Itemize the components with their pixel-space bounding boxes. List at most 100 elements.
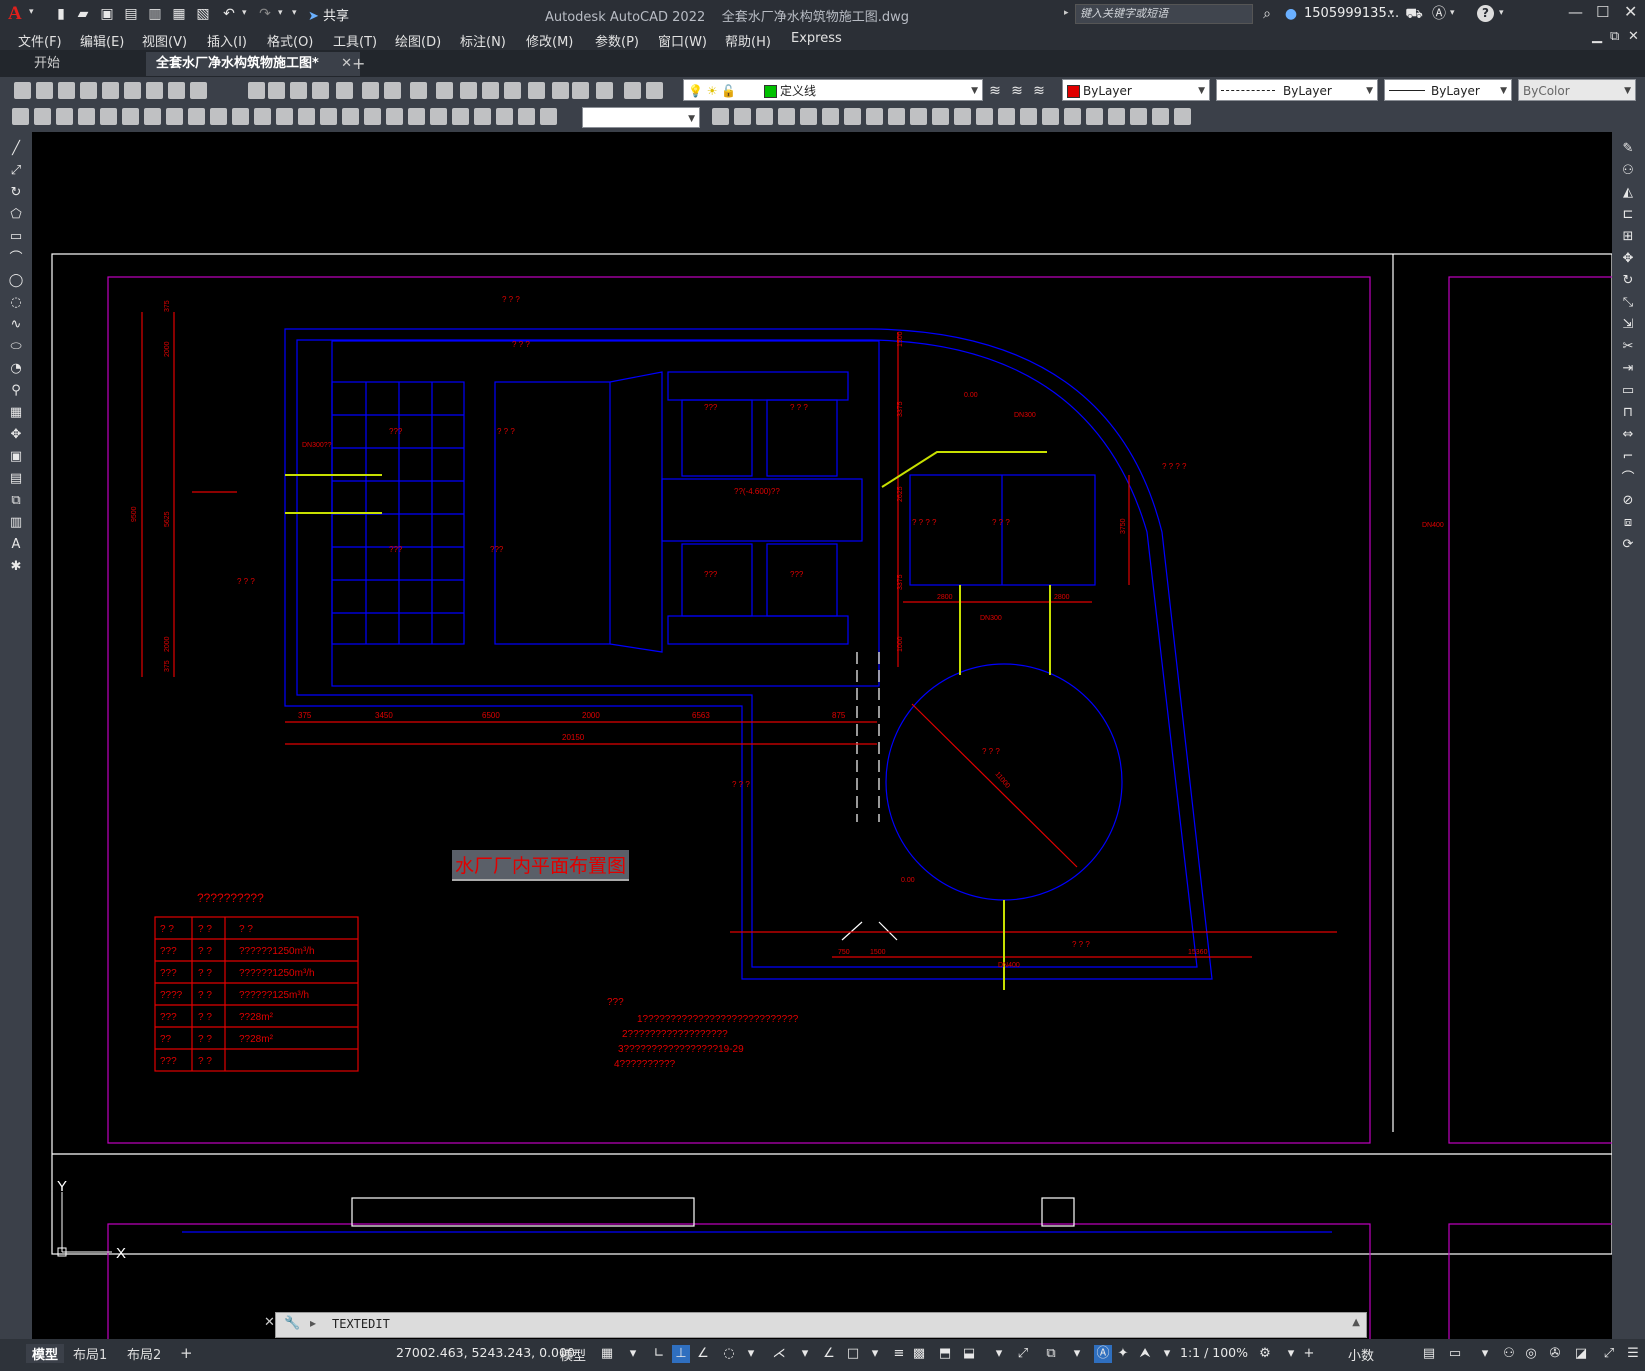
tab-layout2[interactable]: 布局2 — [127, 1344, 161, 1363]
units-dropdown[interactable]: 小数 — [1348, 1345, 1374, 1364]
tab-start[interactable]: 开始 — [24, 52, 154, 76]
open-sheet-icon[interactable]: ▥ — [146, 5, 164, 23]
coordinates[interactable]: 27002.463, 5243.243, 0.000 — [396, 1345, 575, 1360]
draw-tool-icon-8[interactable]: ◌ — [7, 294, 25, 312]
standard-tool-icon-12[interactable] — [290, 82, 307, 99]
tab-layout1[interactable]: 布局1 — [73, 1344, 107, 1363]
modify-tool-icon-38[interactable] — [976, 108, 993, 125]
menu-help[interactable]: 帮助(H) — [725, 31, 771, 50]
modify-tool-icon-42[interactable] — [1064, 108, 1081, 125]
modify-tool-icon-40[interactable] — [1020, 108, 1037, 125]
modify-tool-icon-21[interactable] — [452, 108, 469, 125]
status-toggle-icon-29[interactable]: ▭ — [1446, 1345, 1464, 1363]
status-toggle-icon-22[interactable]: ✦ — [1114, 1345, 1132, 1363]
user-icon[interactable]: ● — [1282, 5, 1300, 23]
status-toggle-icon-9[interactable]: ▾ — [796, 1345, 814, 1363]
draw-tool-icon-12[interactable]: ⚲ — [7, 382, 25, 400]
modify-tool-icon-13[interactable]: ⊓ — [1619, 404, 1637, 422]
menu-insert[interactable]: 插入(I) — [207, 31, 247, 50]
modify-tool-icon-7[interactable] — [144, 108, 161, 125]
modify-tool-icon-31[interactable] — [822, 108, 839, 125]
annotation-scale[interactable]: 1:1 / 100% — [1180, 1345, 1248, 1360]
draw-tool-icon-2[interactable]: ⤢ — [7, 162, 25, 180]
modify-tool-icon-45[interactable] — [1130, 108, 1147, 125]
modify-tool-icon-26[interactable] — [712, 108, 729, 125]
status-toggle-icon-15[interactable]: ⬒ — [936, 1345, 954, 1363]
command-line[interactable]: ✕ 🔧 ▸ TEXTEDIT ▲ — [264, 1312, 1367, 1338]
maximize-icon[interactable]: ☐ — [1596, 3, 1609, 21]
plotstyle-dropdown[interactable]: ByColor ▼ — [1518, 79, 1636, 101]
linetype-dropdown[interactable]: ByLayer ▼ — [1216, 79, 1378, 101]
standard-tool-icon-7[interactable] — [146, 82, 163, 99]
status-toggle-icon-20[interactable]: ▾ — [1068, 1345, 1086, 1363]
standard-tool-icon-27[interactable] — [646, 82, 663, 99]
modify-tool-icon-1[interactable] — [12, 108, 29, 125]
standard-tool-icon-21[interactable] — [504, 82, 521, 99]
draw-tool-icon-5[interactable]: ▭ — [7, 228, 25, 246]
save-icon[interactable]: ▣ — [98, 5, 116, 23]
layer-previous-icon[interactable]: ≋ — [1008, 82, 1026, 100]
layer-match-icon[interactable]: ≋ — [1030, 82, 1048, 100]
modify-tool-icon-3[interactable]: ◭ — [1619, 184, 1637, 202]
modify-tool-icon-27[interactable] — [734, 108, 751, 125]
status-toggle-icon-1[interactable]: ▦ — [598, 1345, 616, 1363]
modify-tool-icon-10[interactable] — [210, 108, 227, 125]
modify-tool-icon-17[interactable] — [364, 108, 381, 125]
status-toggle-icon-5[interactable]: ∠ — [694, 1345, 712, 1363]
draw-tool-icon-7[interactable]: ◯ — [7, 272, 25, 290]
draw-tool-icon-4[interactable]: ⬠ — [7, 206, 25, 224]
modify-tool-icon-4[interactable]: ⊏ — [1619, 206, 1637, 224]
standard-tool-icon-3[interactable] — [58, 82, 75, 99]
status-toggle-icon-11[interactable]: □ — [844, 1345, 862, 1363]
status-toggle-icon-19[interactable]: ⧉ — [1042, 1345, 1060, 1363]
modify-tool-icon-46[interactable] — [1152, 108, 1169, 125]
standard-tool-icon-13[interactable] — [312, 82, 329, 99]
modify-tool-icon-34[interactable] — [888, 108, 905, 125]
print-icon[interactable]: ▧ — [194, 5, 212, 23]
modify-tool-icon-23[interactable] — [496, 108, 513, 125]
standard-tool-icon-1[interactable] — [14, 82, 31, 99]
modify-tool-icon-5[interactable] — [100, 108, 117, 125]
modify-tool-icon-28[interactable] — [756, 108, 773, 125]
modify-tool-icon-36[interactable] — [932, 108, 949, 125]
modify-tool-icon-19[interactable] — [408, 108, 425, 125]
status-toggle-icon-6[interactable]: ◌ — [720, 1345, 738, 1363]
status-toggle-icon-13[interactable]: ≡ — [890, 1345, 908, 1363]
standard-tool-icon-11[interactable] — [268, 82, 285, 99]
undo-icon[interactable]: ↶ — [220, 5, 238, 23]
modify-tool-icon-20[interactable] — [430, 108, 447, 125]
modify-tool-icon-30[interactable] — [800, 108, 817, 125]
standard-tool-icon-2[interactable] — [36, 82, 53, 99]
draw-tool-icon-17[interactable]: ⧉ — [7, 492, 25, 510]
command-close-icon[interactable]: ✕ — [264, 1315, 275, 1330]
doc-restore-icon[interactable]: ⧉ — [1610, 29, 1619, 44]
new-file-icon[interactable]: ▮ — [52, 5, 70, 23]
menu-modify[interactable]: 修改(M) — [526, 31, 573, 50]
command-history-icon[interactable]: ▲ — [1352, 1317, 1360, 1328]
modify-tool-icon-4[interactable] — [78, 108, 95, 125]
modify-tool-icon-35[interactable] — [910, 108, 927, 125]
modify-tool-icon-6[interactable] — [122, 108, 139, 125]
cad-drawing[interactable]: ?????????? ? ? ? ? ? ???? ? ? ??????1250m³/h?… — [32, 132, 1612, 1339]
drawing-canvas[interactable]: ?????????? ? ? ? ? ? ???? ? ? ??????1250m³/h?… — [32, 132, 1612, 1339]
modify-tool-icon-37[interactable] — [954, 108, 971, 125]
modify-tool-icon-12[interactable] — [254, 108, 271, 125]
draw-tool-icon-15[interactable]: ▣ — [7, 448, 25, 466]
customize-qat-icon[interactable]: ▾ — [292, 8, 297, 18]
draw-tool-icon-20[interactable]: ✱ — [7, 558, 25, 576]
doc-minimize-icon[interactable]: ▁ — [1592, 29, 1602, 44]
search-expand-icon[interactable]: ▸ — [1064, 8, 1069, 18]
status-toggle-icon-18[interactable]: ⤢ — [1014, 1345, 1032, 1363]
menu-edit[interactable]: 编辑(E) — [80, 31, 124, 50]
save-as-icon[interactable]: ▤ — [122, 5, 140, 23]
undo-dropdown-icon[interactable]: ▾ — [242, 8, 247, 18]
standard-tool-icon-25[interactable] — [596, 82, 613, 99]
status-toggle-icon-28[interactable]: ▤ — [1420, 1345, 1438, 1363]
status-toggle-icon-14[interactable]: ▩ — [910, 1345, 928, 1363]
status-toggle-icon-2[interactable]: ▾ — [624, 1345, 642, 1363]
standard-tool-icon-18[interactable] — [436, 82, 453, 99]
new-tab-icon[interactable]: + — [352, 54, 365, 73]
standard-tool-icon-17[interactable] — [410, 82, 427, 99]
status-toggle-icon-31[interactable]: ⚇ — [1500, 1345, 1518, 1363]
tab-drawing[interactable]: 全套水厂净水构筑物施工图* ✕ — [146, 52, 360, 76]
